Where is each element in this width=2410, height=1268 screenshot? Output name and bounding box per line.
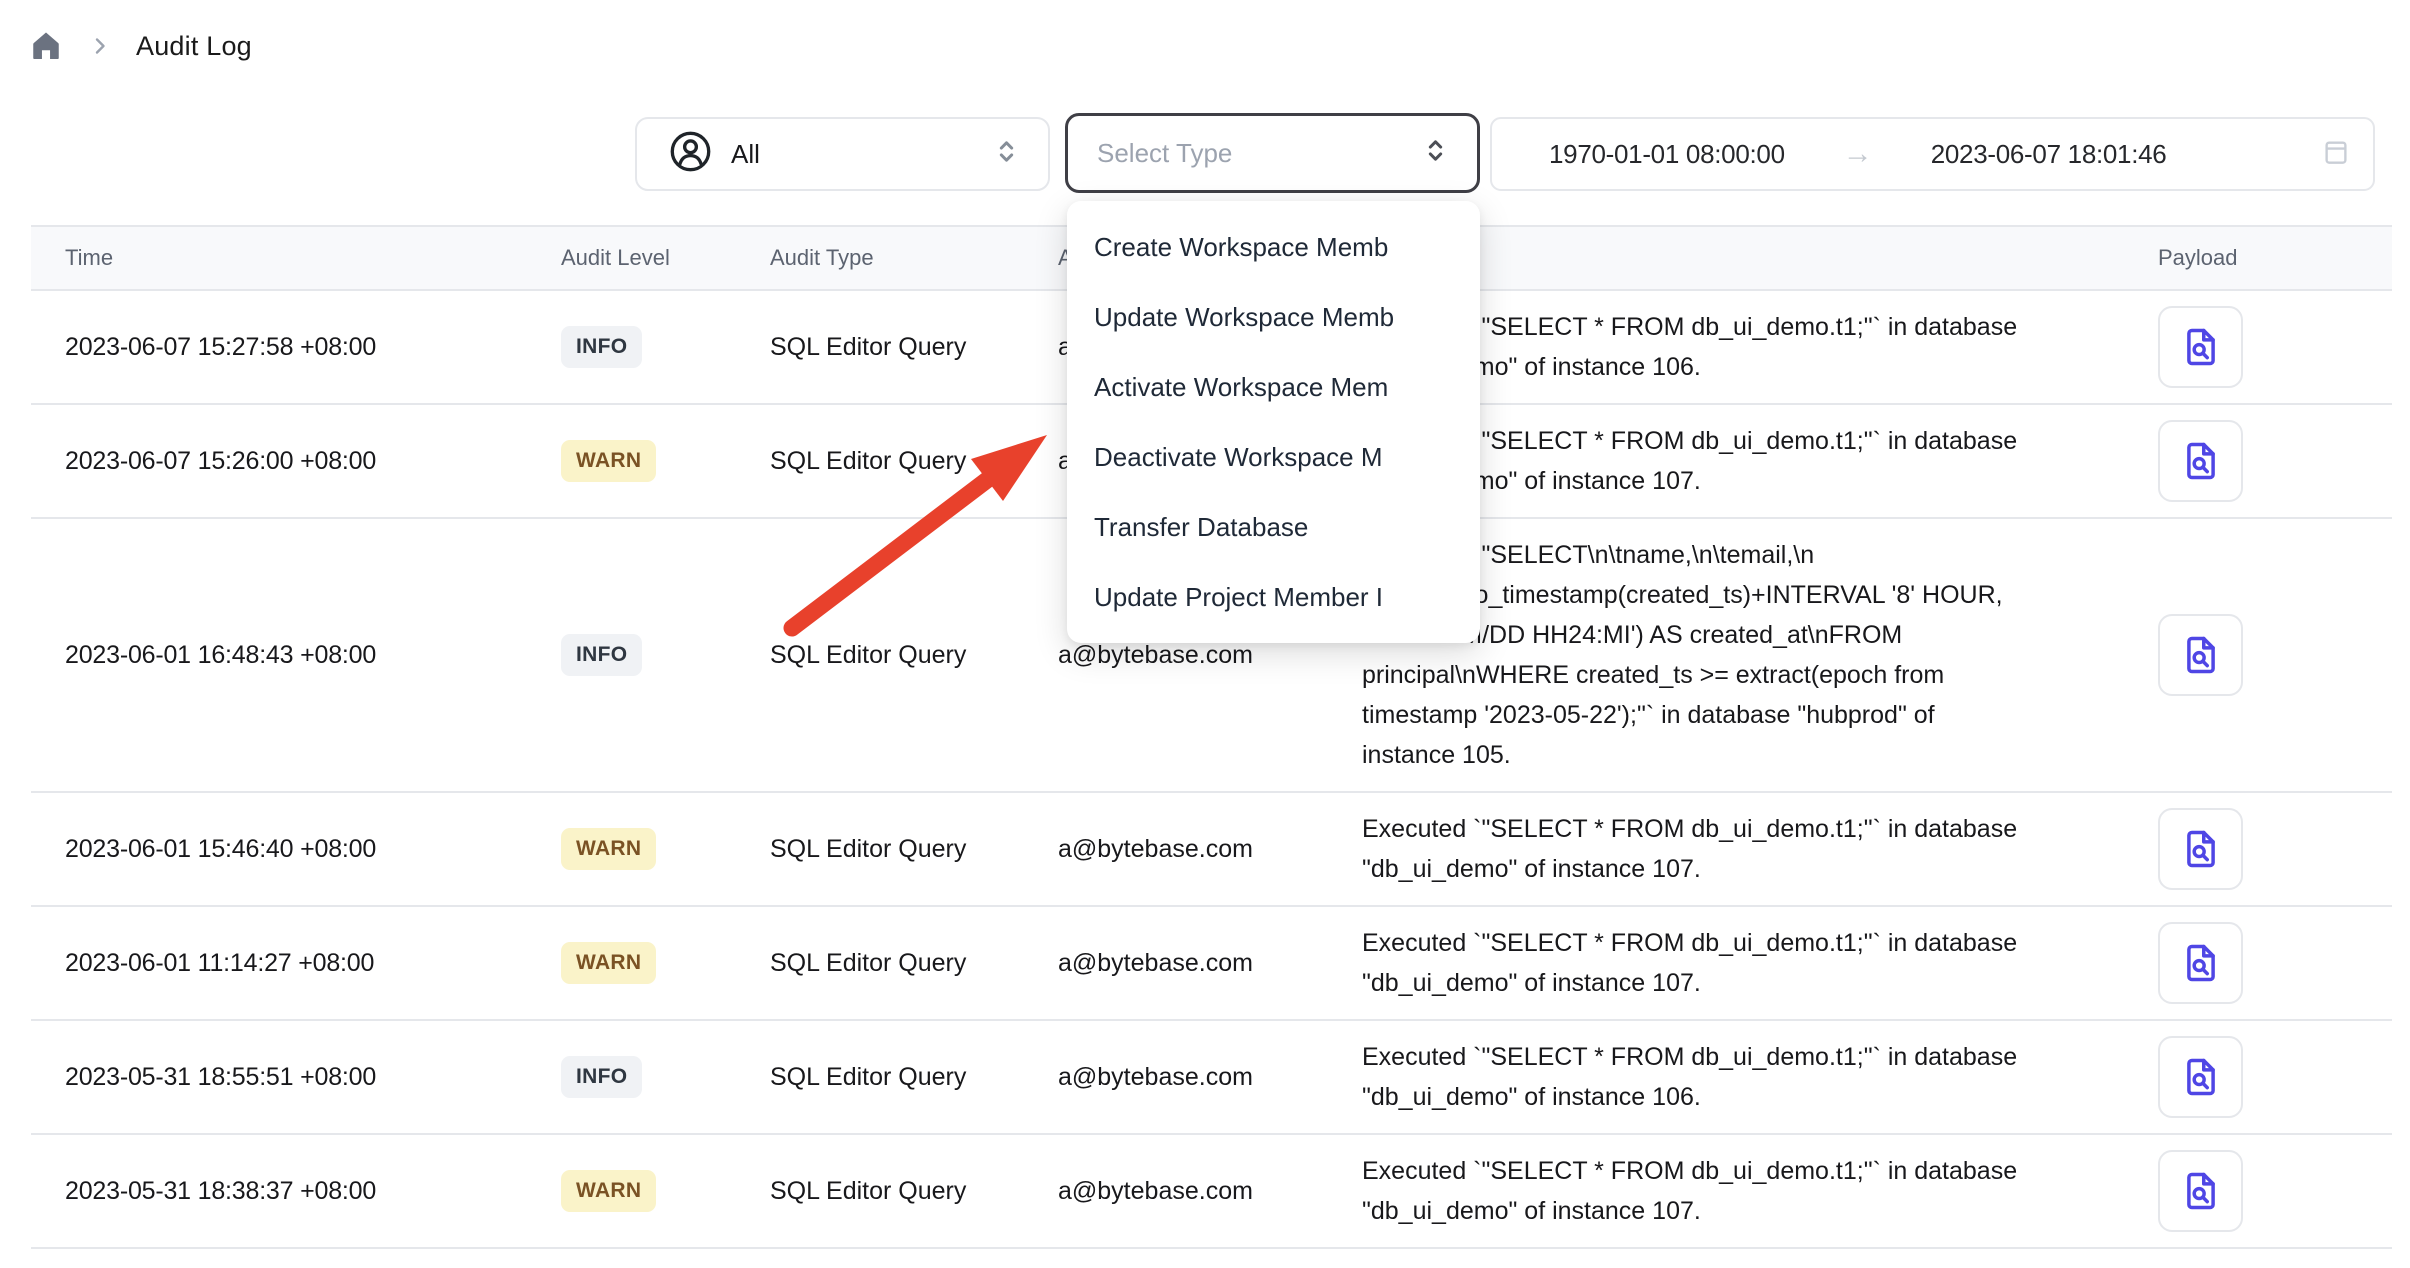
level-badge: INFO — [561, 326, 642, 368]
comment-line: \tto_char(to_timestamp(created_ts)+INTER… — [1362, 575, 2158, 615]
cell-comment: Executed `"SELECT * FROM db_ui_demo.t1;"… — [1362, 291, 2158, 403]
comment-line: Executed `"SELECT * FROM db_ui_demo.t1;"… — [1362, 809, 2158, 849]
select-arrows-icon — [991, 136, 1022, 172]
date-range-end: 2023-06-07 18:01:46 — [1931, 139, 2167, 170]
calendar-icon — [2321, 137, 2351, 172]
cell-time: 2023-06-01 16:48:43 +08:00 — [31, 641, 561, 670]
type-filter-select[interactable]: Select Type — [1065, 113, 1480, 193]
dropdown-option[interactable]: Create Workspace Memb — [1067, 212, 1480, 282]
header-time: Time — [31, 245, 561, 271]
cell-time: 2023-06-07 15:27:58 +08:00 — [31, 333, 561, 362]
cell-comment: Executed `"SELECT * FROM db_ui_demo.t1;"… — [1362, 1135, 2158, 1247]
comment-line: timestamp '2023-05-22');"` in database "… — [1362, 695, 2158, 735]
file-search-icon — [2179, 439, 2223, 483]
dropdown-option[interactable]: Activate Workspace Mem — [1067, 352, 1480, 422]
cell-actor: a@bytebase.com — [1058, 949, 1362, 978]
file-search-icon — [2179, 325, 2223, 369]
cell-time: 2023-05-31 18:38:37 +08:00 — [31, 1177, 561, 1206]
file-search-icon — [2179, 633, 2223, 677]
comment-line: Executed `"SELECT * FROM db_ui_demo.t1;"… — [1362, 1151, 2158, 1191]
comment-line: instance 105. — [1362, 735, 2158, 775]
actor-filter-select[interactable]: All — [635, 117, 1050, 191]
dropdown-option[interactable]: Update Workspace Memb — [1067, 282, 1480, 352]
cell-audit-type: SQL Editor Query — [770, 949, 1058, 978]
file-search-icon — [2179, 1169, 2223, 1213]
level-badge: INFO — [561, 1056, 642, 1098]
cell-audit-type: SQL Editor Query — [770, 641, 1058, 670]
select-arrows-icon — [1420, 135, 1451, 171]
type-filter-placeholder: Select Type — [1097, 138, 1232, 169]
payload-view-button[interactable] — [2158, 922, 2243, 1004]
payload-view-button[interactable] — [2158, 614, 2243, 696]
cell-time: 2023-06-01 15:46:40 +08:00 — [31, 835, 561, 864]
cell-audit-type: SQL Editor Query — [770, 835, 1058, 864]
file-search-icon — [2179, 941, 2223, 985]
comment-line: Executed `"SELECT * FROM db_ui_demo.t1;"… — [1362, 1037, 2158, 1077]
cell-comment: Executed `"SELECT * FROM db_ui_demo.t1;"… — [1362, 907, 2158, 1019]
level-badge: WARN — [561, 828, 656, 870]
comment-line: 'YYYY/MM/DD HH24:MI') AS created_at\nFRO… — [1362, 615, 2158, 655]
table-row: 2023-06-01 15:46:40 +08:00 WARN SQL Edit… — [31, 793, 2392, 907]
file-search-icon — [2179, 827, 2223, 871]
dropdown-option[interactable]: Deactivate Workspace M — [1067, 422, 1480, 492]
table-row: 2023-06-01 11:14:27 +08:00 WARN SQL Edit… — [31, 907, 2392, 1021]
type-select-dropdown: Create Workspace MembUpdate Workspace Me… — [1067, 201, 1480, 643]
payload-view-button[interactable] — [2158, 420, 2243, 502]
comment-line: "db_ui_demo" of instance 107. — [1362, 461, 2158, 501]
header-payload: Payload — [2158, 245, 2392, 271]
cell-actor: a@bytebase.com — [1058, 1063, 1362, 1092]
file-search-icon — [2179, 1055, 2223, 1099]
cell-comment: Executed `"SELECT * FROM db_ui_demo.t1;"… — [1362, 1021, 2158, 1133]
comment-line: "db_ui_demo" of instance 107. — [1362, 1191, 2158, 1231]
cell-actor: a@bytebase.com — [1058, 1177, 1362, 1206]
cell-comment: Executed `"SELECT * FROM db_ui_demo.t1;"… — [1362, 793, 2158, 905]
audit-log-page: Audit Log All Select Type 1970-01-01 08:… — [0, 0, 2410, 1268]
level-badge: WARN — [561, 440, 656, 482]
cell-actor: a@bytebase.com — [1058, 641, 1362, 670]
comment-line: "db_ui_demo" of instance 106. — [1362, 347, 2158, 387]
comment-line: Executed `"SELECT\n\tname,\n\temail,\n — [1362, 535, 2158, 575]
arrow-right-icon: → — [1843, 139, 1873, 169]
comment-line: Executed `"SELECT * FROM db_ui_demo.t1;"… — [1362, 307, 2158, 347]
cell-audit-type: SQL Editor Query — [770, 333, 1058, 362]
comment-line: "db_ui_demo" of instance 107. — [1362, 963, 2158, 1003]
cell-time: 2023-06-01 11:14:27 +08:00 — [31, 949, 561, 978]
user-circle-icon — [667, 128, 714, 180]
chevron-right-icon — [88, 34, 112, 58]
date-range-start: 1970-01-01 08:00:00 — [1549, 139, 1785, 170]
payload-view-button[interactable] — [2158, 1150, 2243, 1232]
table-row: 2023-05-31 18:55:51 +08:00 INFO SQL Edit… — [31, 1021, 2392, 1135]
date-range-picker[interactable]: 1970-01-01 08:00:00 → 2023-06-07 18:01:4… — [1490, 117, 2375, 191]
cell-comment: Executed `"SELECT\n\tname,\n\temail,\n\t… — [1362, 519, 2158, 791]
cell-audit-type: SQL Editor Query — [770, 1063, 1058, 1092]
level-badge: WARN — [561, 942, 656, 984]
comment-line: principal\nWHERE created_ts >= extract(e… — [1362, 655, 2158, 695]
comment-line: Executed `"SELECT * FROM db_ui_demo.t1;"… — [1362, 923, 2158, 963]
level-badge: INFO — [561, 634, 642, 676]
payload-view-button[interactable] — [2158, 808, 2243, 890]
payload-view-button[interactable] — [2158, 1036, 2243, 1118]
level-badge: WARN — [561, 1170, 656, 1212]
cell-actor: a@bytebase.com — [1058, 835, 1362, 864]
cell-comment: Executed `"SELECT * FROM db_ui_demo.t1;"… — [1362, 405, 2158, 517]
cell-audit-type: SQL Editor Query — [770, 1177, 1058, 1206]
cell-audit-type: SQL Editor Query — [770, 447, 1058, 476]
header-audit-type: Audit Type — [770, 245, 1058, 271]
cell-time: 2023-05-31 18:55:51 +08:00 — [31, 1063, 561, 1092]
payload-view-button[interactable] — [2158, 306, 2243, 388]
comment-line: "db_ui_demo" of instance 107. — [1362, 849, 2158, 889]
header-audit-level: Audit Level — [561, 245, 770, 271]
breadcrumb: Audit Log — [28, 28, 252, 64]
comment-line: Executed `"SELECT * FROM db_ui_demo.t1;"… — [1362, 421, 2158, 461]
page-title: Audit Log — [136, 31, 252, 62]
dropdown-option[interactable]: Update Project Member I — [1067, 562, 1480, 632]
comment-line: "db_ui_demo" of instance 106. — [1362, 1077, 2158, 1117]
cell-time: 2023-06-07 15:26:00 +08:00 — [31, 447, 561, 476]
dropdown-option[interactable]: Transfer Database — [1067, 492, 1480, 562]
actor-filter-value: All — [731, 139, 760, 170]
home-icon[interactable] — [28, 28, 64, 64]
table-row: 2023-05-31 18:38:37 +08:00 WARN SQL Edit… — [31, 1135, 2392, 1249]
